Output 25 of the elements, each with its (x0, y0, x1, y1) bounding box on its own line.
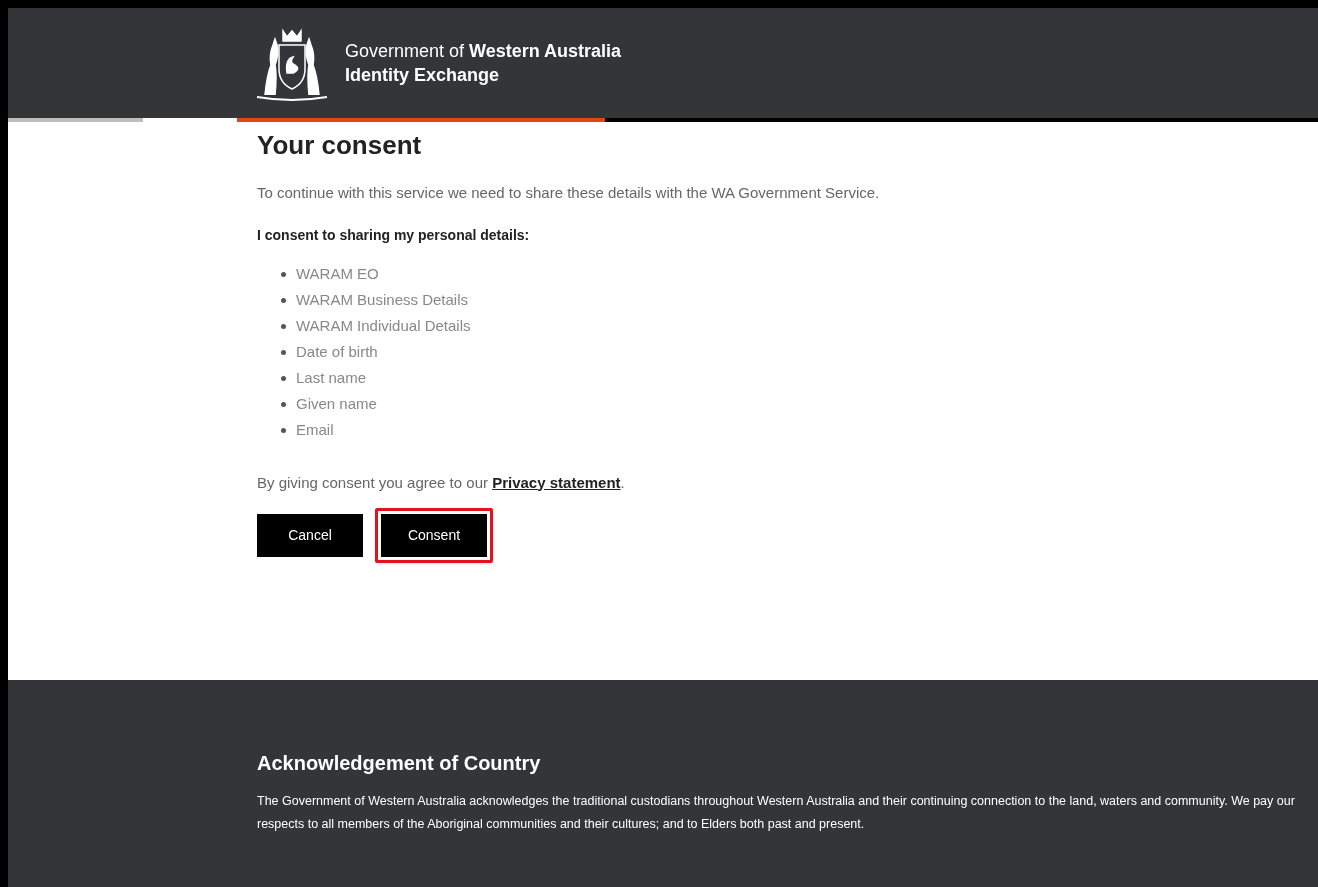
footer-heading: Acknowledgement of Country (257, 751, 542, 776)
bullet-icon (281, 350, 286, 355)
action-button[interactable]: Consent (381, 514, 487, 557)
detail-item: Given name (296, 394, 377, 415)
bullet-icon (281, 272, 286, 277)
bullet-icon (281, 298, 286, 303)
header-title: Government of Western Australia (345, 40, 622, 63)
page-heading: Your consent (257, 129, 423, 162)
privacy-link[interactable]: Privacy statement (492, 473, 621, 491)
bullet-icon (281, 376, 286, 381)
detail-item: Date of birth (296, 342, 378, 363)
bullet-icon (281, 402, 286, 407)
action-button[interactable]: Cancel (257, 514, 363, 557)
header-subtitle: Identity Exchange (345, 64, 501, 87)
footer-text: The Government of Western Australia acknowledges the traditional custodians throughout Western Australia and their continuing connection to the land, waters and community. We pay our respects to all members of the Aboriginal communities and their cultures; and to Elders both past and present. (257, 793, 1296, 833)
intro-text: To continue with this service we need to share these details with the WA Government Service. (257, 183, 881, 203)
detail-item: WARAM EO (296, 264, 379, 285)
privacy-text: By giving consent you agree to our Privacy statement. (257, 472, 626, 493)
detail-item: Last name (296, 368, 367, 389)
bullet-icon (281, 324, 286, 329)
detail-item: WARAM Individual Details (296, 316, 471, 337)
detail-item: WARAM Business Details (296, 290, 468, 311)
consent-label: I consent to sharing my personal details: (257, 225, 531, 245)
detail-item: Email (296, 420, 334, 441)
bullet-icon (281, 428, 286, 433)
